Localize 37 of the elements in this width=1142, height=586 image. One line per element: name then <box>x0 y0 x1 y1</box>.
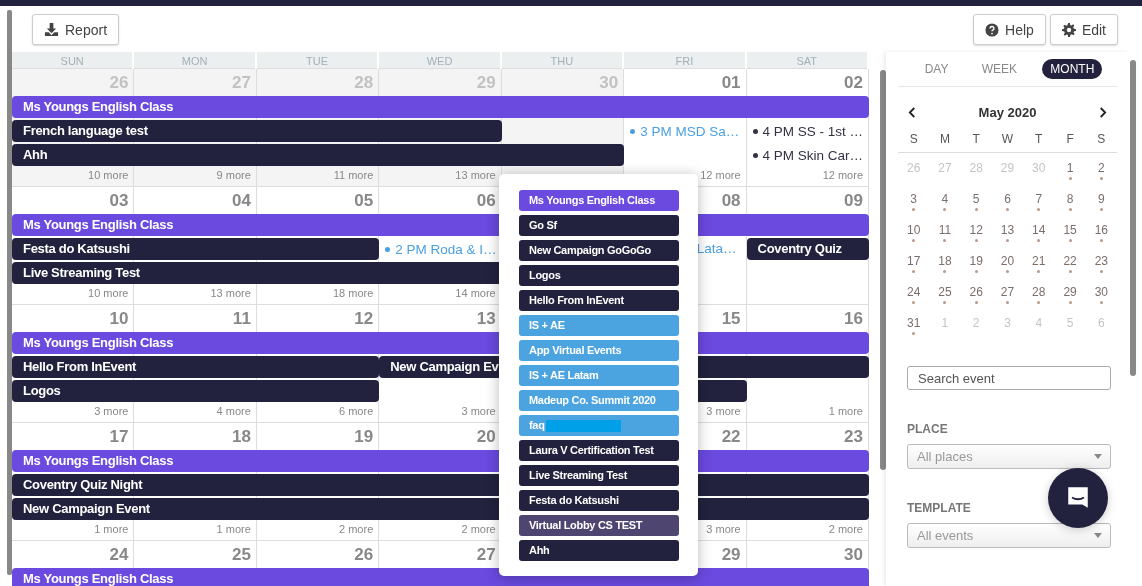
weekday-letter: T <box>1034 132 1044 146</box>
weekday-letter: F <box>1065 132 1075 146</box>
weekday-letter: S <box>908 132 919 146</box>
filter-label: PLACE <box>907 422 949 436</box>
day-number: 24 <box>109 544 130 565</box>
day-number: 22 <box>721 426 742 447</box>
day-number: 01 <box>721 72 742 93</box>
month-title: May 2020 <box>978 105 1037 120</box>
day-number: 17 <box>109 426 130 447</box>
day-number: 26 <box>354 544 375 565</box>
day-number: 23 <box>844 426 864 447</box>
day-number: 29 <box>721 544 742 565</box>
day-number: 12 <box>354 308 375 329</box>
day-number: 03 <box>109 190 130 211</box>
day-number: 08 <box>721 190 742 211</box>
day-number: 10 <box>109 308 130 329</box>
day-number: 11 <box>232 308 252 329</box>
day-number: 25 <box>231 544 252 565</box>
weekday-header: SAT <box>746 52 869 70</box>
weekday-letter: T <box>971 132 981 146</box>
day-number: 27 <box>476 544 497 565</box>
weekday-letter: M <box>938 132 951 146</box>
filter-label: TEMPLATE <box>907 501 972 515</box>
day-number: 13 <box>476 308 497 329</box>
day-number: 19 <box>354 426 375 447</box>
day-number: 15 <box>721 308 742 329</box>
day-number: 05 <box>354 190 375 211</box>
day-number: 18 <box>231 426 252 447</box>
day-number: 06 <box>476 190 497 211</box>
weekday-letter: S <box>1096 132 1107 146</box>
day-number: 02 <box>844 72 864 93</box>
day-number: 09 <box>844 190 864 211</box>
day-number: 30 <box>844 544 864 565</box>
day-number: 20 <box>476 426 497 447</box>
day-number: 04 <box>231 190 252 211</box>
day-number: 16 <box>844 308 864 329</box>
weekday-letter: W <box>1000 132 1015 146</box>
